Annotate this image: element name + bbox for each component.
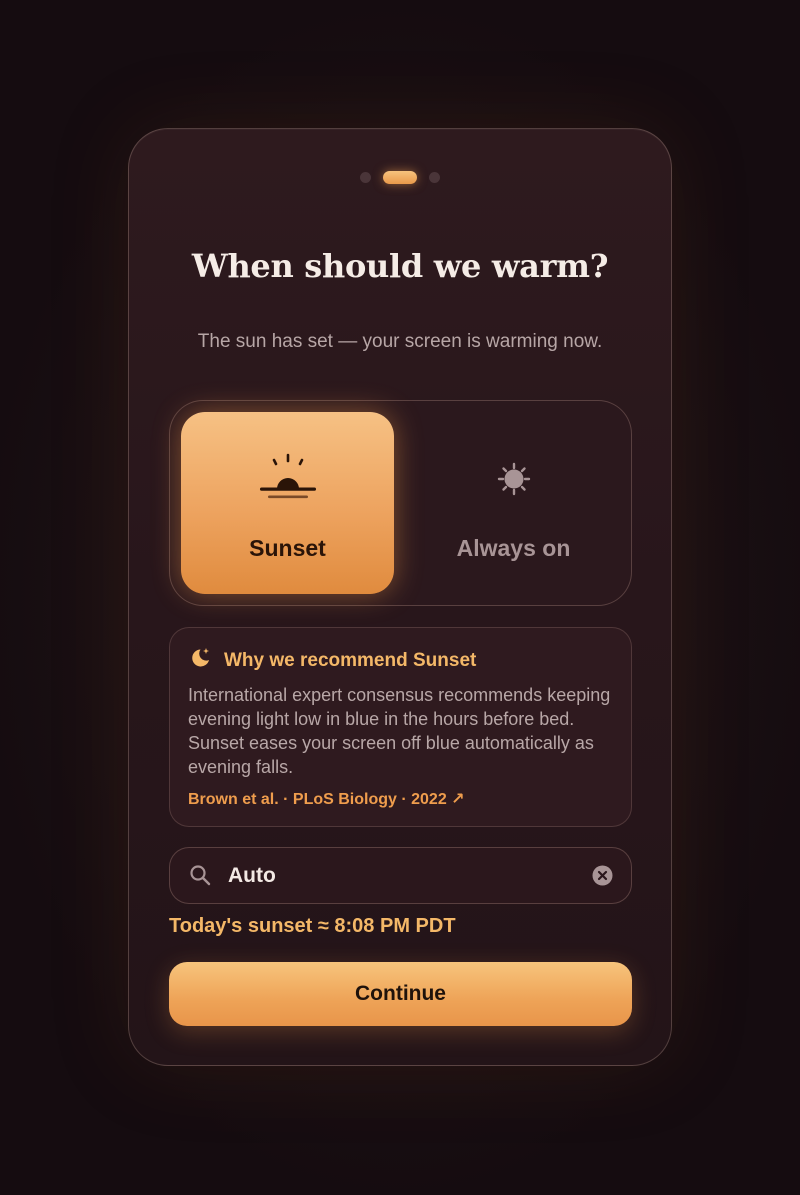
page-subtitle: The sun has set — your screen is warming… [197,331,603,352]
page-indicator [129,171,671,184]
option-always-on[interactable]: Always on [407,412,620,594]
recommendation-panel: Why we recommend Sunset International ex… [169,627,632,827]
continue-button[interactable]: Continue [169,962,632,1026]
option-sunset-label: Sunset [249,535,326,561]
moon-stars-icon [188,646,212,675]
onboarding-card: When should we warm? The sun has set — y… [128,128,672,1066]
page-dot-3[interactable] [429,172,440,183]
option-always-on-label: Always on [456,535,571,561]
citation-link[interactable]: Brown et al. · PLoS Biology · 2022 ↗ [188,789,613,809]
location-search [169,847,632,904]
page-dot-2-active[interactable] [383,171,417,184]
recommendation-title: Why we recommend Sunset [224,649,477,671]
search-icon [189,864,211,891]
sunset-icon [258,452,318,509]
sunset-time-info: Today's sunset ≈ 8:08 PM PDT [169,915,456,937]
location-input[interactable] [226,860,570,892]
sun-icon [497,462,531,501]
recommendation-body: International expert consensus recommend… [188,685,611,777]
page-title: When should we warm? [191,247,609,285]
option-sunset[interactable]: Sunset [181,412,394,594]
page-dot-1[interactable] [360,172,371,183]
clear-icon[interactable] [592,865,613,891]
mode-selector: Sunset Always on [169,400,632,606]
